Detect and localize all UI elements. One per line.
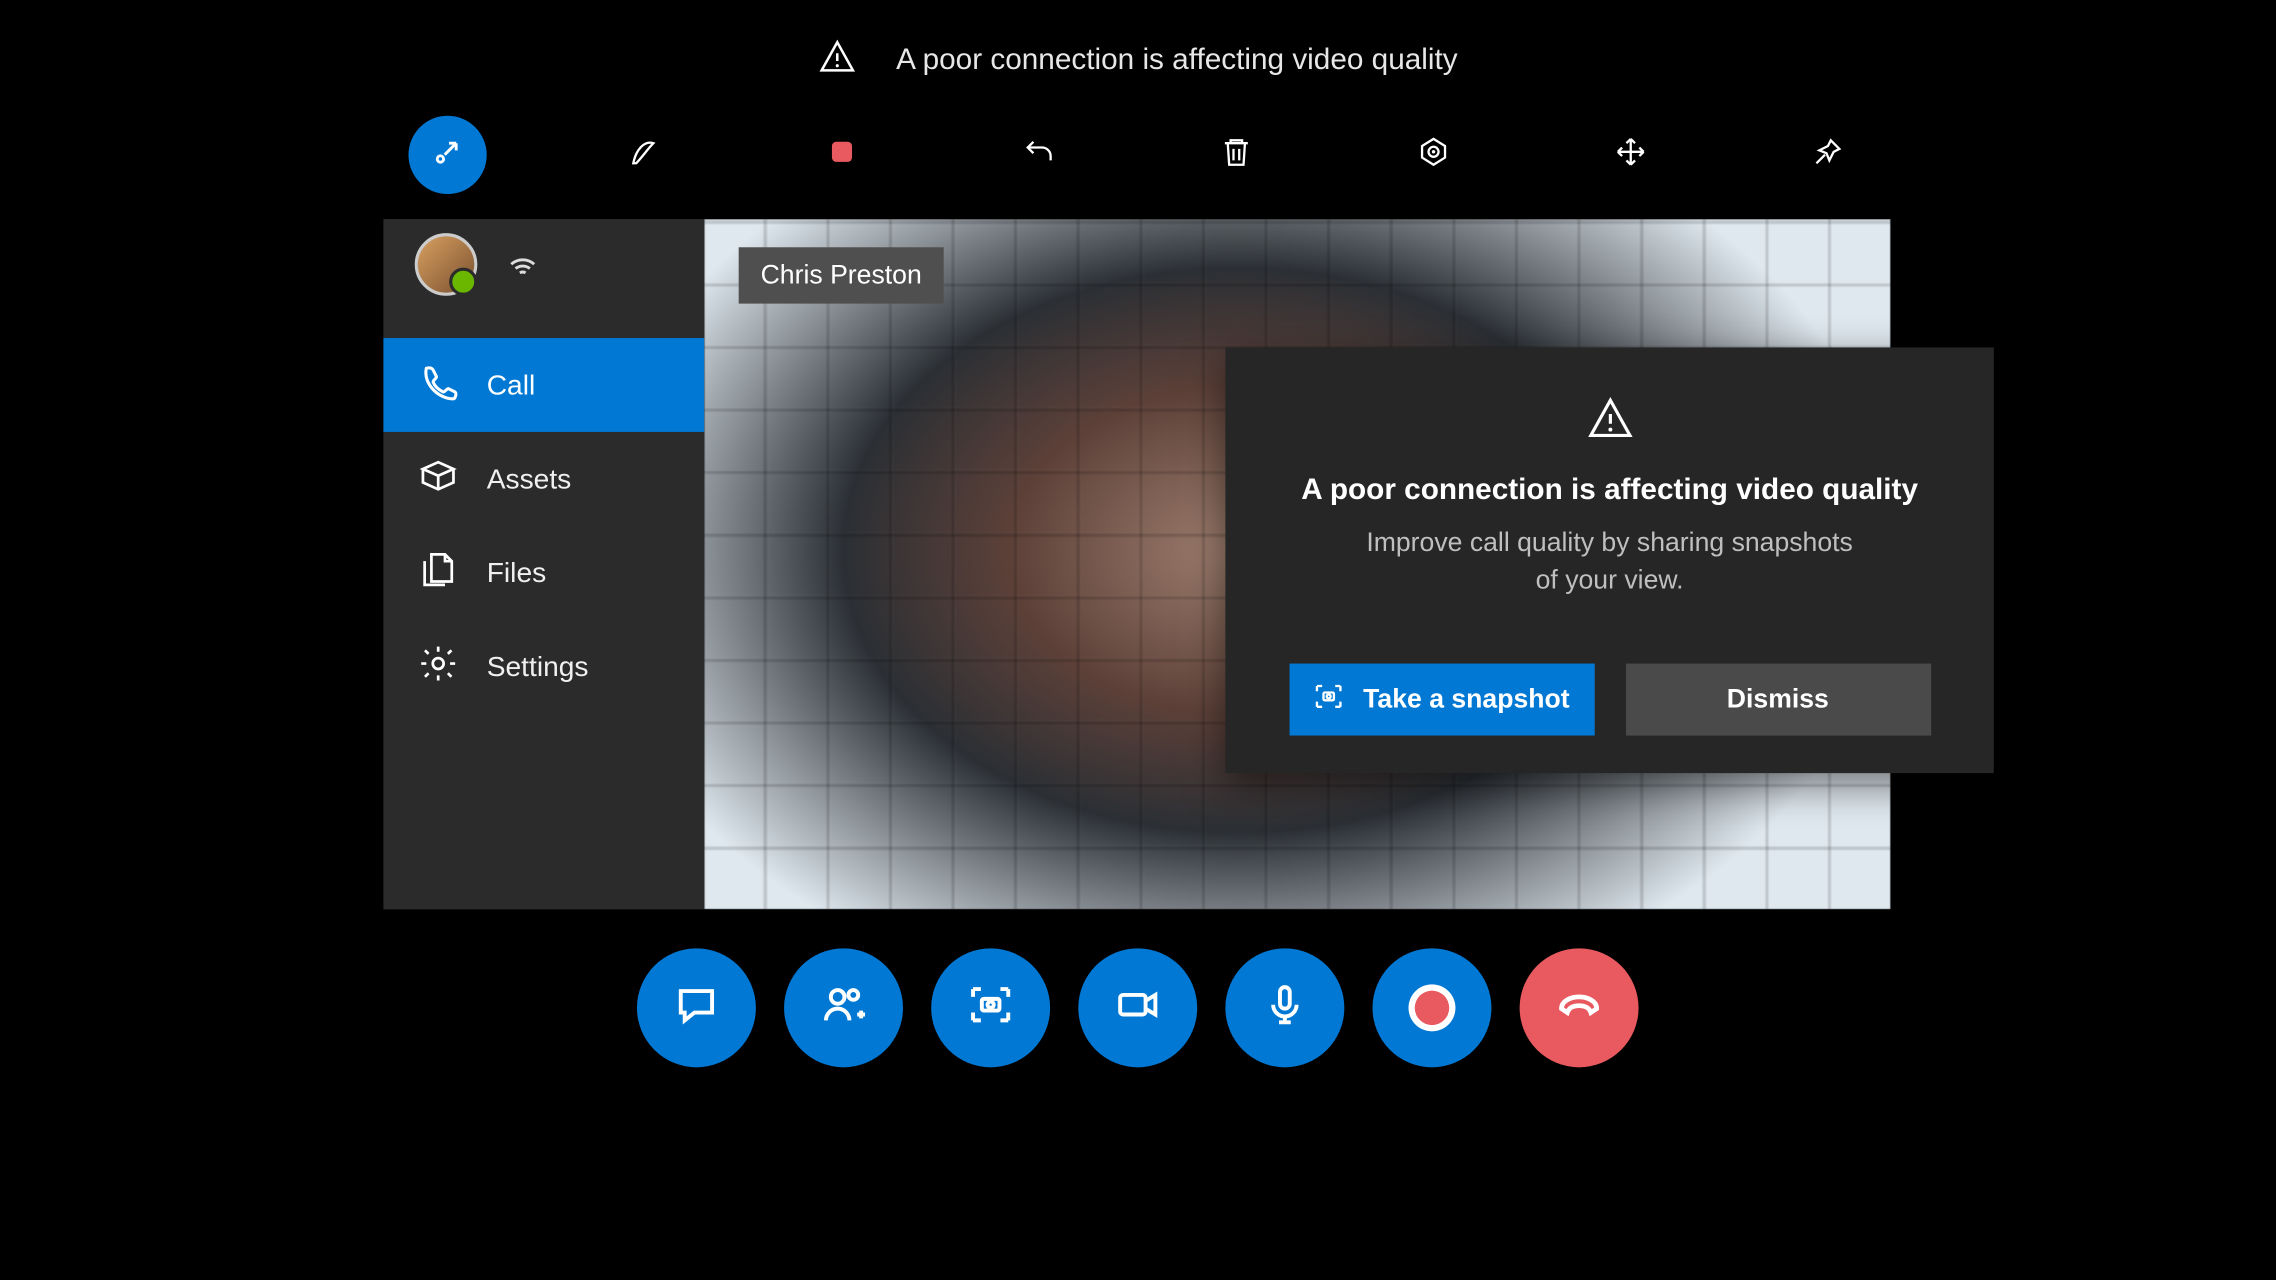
sidebar-item-files[interactable]: Files — [383, 526, 704, 620]
sidebar-item-label: Files — [487, 556, 546, 589]
participant-name: Chris Preston — [761, 260, 922, 290]
button-label: Take a snapshot — [1363, 684, 1570, 715]
chat-icon — [673, 980, 720, 1035]
sidebar-item-settings[interactable]: Settings — [383, 620, 704, 714]
button-label: Dismiss — [1727, 684, 1829, 715]
avatar[interactable] — [415, 233, 478, 296]
pin-icon — [1811, 134, 1845, 176]
wifi-icon — [505, 243, 539, 285]
assets-icon — [418, 455, 459, 504]
phone-icon — [418, 361, 459, 410]
collapse-icon — [430, 134, 464, 176]
dialog-body-line: of your view. — [1536, 565, 1684, 595]
detect-button[interactable] — [1394, 116, 1472, 194]
record-icon — [1415, 991, 1449, 1025]
hangup-button[interactable] — [1520, 948, 1639, 1067]
gear-icon — [418, 642, 459, 691]
warning-icon — [1586, 394, 1633, 474]
status-banner: A poor connection is affecting video qua… — [0, 38, 2276, 85]
files-icon — [418, 549, 459, 598]
ink-button[interactable] — [606, 116, 684, 194]
dialog-title: A poor connection is affecting video qua… — [1301, 474, 1918, 508]
sidebar-item-label: Call — [487, 369, 536, 402]
add-participant-button[interactable] — [784, 948, 903, 1067]
sidebar-header — [383, 219, 704, 310]
dialog-button-row: Take a snapshot Dismiss — [1266, 664, 1953, 736]
sidebar-nav: Call Assets Files — [383, 338, 704, 736]
sidebar-item-label: Settings — [487, 650, 589, 683]
stop-record-button[interactable] — [803, 116, 881, 194]
connection-warning-dialog: A poor connection is affecting video qua… — [1225, 347, 1993, 773]
record-button[interactable] — [1373, 948, 1492, 1067]
pin-button[interactable] — [1789, 116, 1867, 194]
snapshot-icon — [967, 980, 1014, 1035]
add-participant-icon — [820, 980, 867, 1035]
delete-icon — [1219, 134, 1253, 176]
dialog-body-line: Improve call quality by sharing snapshot… — [1366, 527, 1853, 557]
dismiss-button[interactable]: Dismiss — [1625, 664, 1930, 736]
undo-button[interactable] — [1000, 116, 1078, 194]
sidebar: Call Assets Files — [383, 219, 704, 909]
hangup-icon — [1556, 980, 1603, 1035]
participant-name-tag: Chris Preston — [739, 247, 944, 303]
move-button[interactable] — [1592, 116, 1670, 194]
take-snapshot-button[interactable]: Take a snapshot — [1289, 664, 1594, 736]
snapshot-button[interactable] — [931, 948, 1050, 1067]
dialog-body: Improve call quality by sharing snapshot… — [1366, 524, 1853, 598]
video-toggle-button[interactable] — [1078, 948, 1197, 1067]
delete-button[interactable] — [1197, 116, 1275, 194]
detect-icon — [1416, 134, 1450, 176]
call-controls — [0, 948, 2276, 1067]
undo-icon — [1022, 134, 1056, 176]
mic-toggle-icon — [1261, 980, 1308, 1035]
ink-icon — [628, 134, 662, 176]
warning-icon — [818, 38, 856, 85]
sidebar-item-assets[interactable]: Assets — [383, 432, 704, 526]
chat-button[interactable] — [637, 948, 756, 1067]
snapshot-icon — [1313, 680, 1344, 719]
video-toggle-icon — [1114, 980, 1161, 1035]
stop-record-icon — [825, 134, 859, 176]
sidebar-item-label: Assets — [487, 462, 572, 495]
status-banner-text: A poor connection is affecting video qua… — [896, 44, 1457, 78]
move-icon — [1614, 134, 1648, 176]
collapse-button[interactable] — [408, 116, 486, 194]
mic-toggle-button[interactable] — [1225, 948, 1344, 1067]
annotation-toolbar — [0, 116, 2276, 194]
sidebar-item-call[interactable]: Call — [383, 338, 704, 432]
